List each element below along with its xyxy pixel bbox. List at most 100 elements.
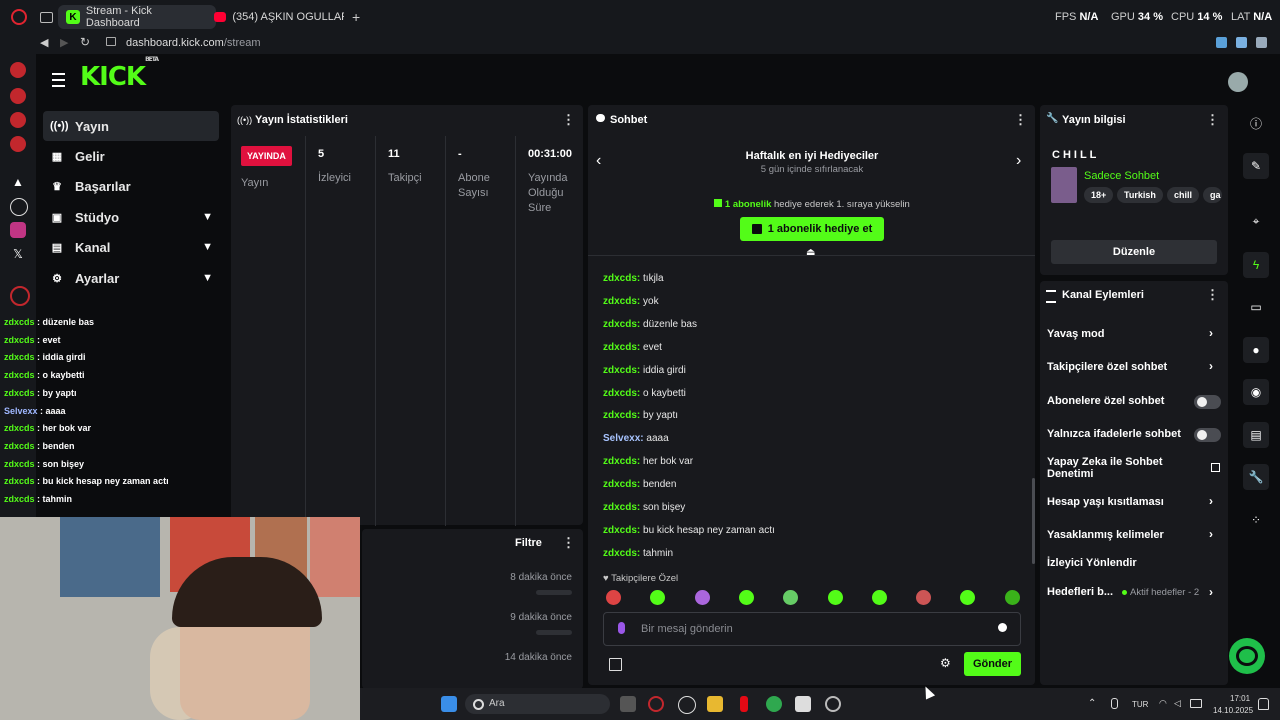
external-link-icon[interactable]	[1211, 463, 1220, 472]
nav-ayarlar[interactable]: ⚙ Ayarlar ▼	[43, 263, 219, 293]
gift-subscription-button[interactable]: 1 abonelik hediye et	[740, 217, 884, 241]
emote-icon[interactable]	[871, 590, 887, 605]
more-options-icon[interactable]: ⋮	[562, 535, 575, 551]
netflix-icon[interactable]	[740, 696, 748, 712]
windows-start-icon[interactable]	[441, 696, 457, 712]
aria-icon[interactable]	[10, 62, 26, 78]
new-tab-button[interactable]: +	[352, 9, 360, 25]
file-explorer-icon[interactable]	[707, 696, 723, 712]
gifters-next-button[interactable]: ›	[1016, 152, 1021, 170]
more-options-icon[interactable]: ⋮	[1206, 287, 1219, 303]
extension-icon[interactable]	[1256, 37, 1267, 48]
store-taskbar-icon[interactable]	[795, 696, 811, 712]
chat-username[interactable]: zdxcds	[603, 479, 637, 490]
action-slow-mode[interactable]: Yavaş mod	[1047, 328, 1104, 340]
chat-username[interactable]: zdxcds	[603, 388, 637, 399]
nav-kanal[interactable]: ▤ Kanal ▼	[43, 232, 219, 262]
emoji-icon[interactable]	[998, 623, 1007, 632]
action-account-age[interactable]: Hesap yaşı kısıtlaması	[1047, 496, 1164, 508]
lightning-icon[interactable]: ϟ	[1243, 252, 1269, 278]
send-button[interactable]: Gönder	[964, 652, 1021, 676]
edit-button[interactable]: Düzenle	[1051, 240, 1217, 264]
chevron-right-icon[interactable]: ›	[1209, 527, 1213, 541]
notification-icon[interactable]	[1258, 698, 1269, 710]
more-options-icon[interactable]: ⋮	[562, 112, 575, 128]
more-apps-icon[interactable]: ⁘	[1243, 507, 1269, 533]
language-indicator[interactable]: TUR	[1132, 700, 1148, 709]
tab-kick-dashboard[interactable]: K Stream - Kick Dashboard	[58, 5, 216, 29]
chevron-right-icon[interactable]: ›	[1209, 326, 1213, 340]
pen-icon[interactable]: ✎	[1243, 153, 1269, 179]
collapse-icon[interactable]: ⏏	[806, 247, 815, 258]
emote-icon[interactable]	[1004, 590, 1020, 605]
wrench-rail-icon[interactable]: 🔧	[1243, 464, 1269, 490]
opera-logo-icon[interactable]	[11, 9, 27, 25]
extension-icon[interactable]	[1236, 37, 1247, 48]
gx-icon[interactable]	[10, 136, 26, 152]
microphone-tray-icon[interactable]	[1111, 698, 1118, 709]
forward-icon[interactable]: ▶	[60, 36, 68, 49]
nav-gelir[interactable]: ▦ Gelir	[43, 141, 219, 171]
chatgpt-taskbar-icon[interactable]	[678, 696, 696, 714]
emote-icon[interactable]	[916, 590, 932, 605]
history-icon[interactable]	[10, 286, 30, 306]
more-options-icon[interactable]: ⋮	[1014, 112, 1027, 128]
chat-username[interactable]: zdxcds	[603, 319, 637, 330]
action-followers-only[interactable]: Takipçilere özel sohbet	[1047, 361, 1167, 373]
whatsapp-icon[interactable]	[766, 696, 782, 712]
chat-username[interactable]: zdxcds	[603, 273, 637, 284]
document-icon[interactable]: ▭	[1243, 294, 1269, 320]
chat-username[interactable]: zdxcds	[603, 548, 637, 559]
clock-date[interactable]: 14.10.2025	[1213, 706, 1253, 715]
chat-scrollbar[interactable]	[1032, 478, 1035, 564]
filter-button[interactable]: Filtre	[515, 537, 542, 549]
category-link[interactable]: Sadece Sohbet	[1084, 170, 1159, 182]
chat-username[interactable]: zdxcds	[603, 502, 637, 513]
support-button[interactable]	[1229, 638, 1265, 674]
opera-taskbar-icon[interactable]	[648, 696, 664, 712]
battery-icon[interactable]	[1190, 699, 1202, 708]
nav-basarilar[interactable]: ♛ Başarılar	[43, 171, 219, 201]
emote-icon[interactable]	[827, 590, 843, 605]
hamburger-menu-icon[interactable]	[52, 73, 65, 87]
microphone-icon[interactable]	[618, 622, 625, 634]
info-icon[interactable]: ⓘ	[1243, 110, 1269, 136]
x-twitter-icon[interactable]: 𝕏	[10, 246, 26, 262]
subscribers-only-toggle[interactable]	[1194, 395, 1221, 409]
wifi-icon[interactable]: ◠	[1159, 698, 1167, 709]
chevron-right-icon[interactable]: ›	[1209, 494, 1213, 508]
flow-icon[interactable]	[10, 88, 26, 104]
kick-logo[interactable]: KICKBETA	[80, 56, 159, 92]
chat-username[interactable]: zdxcds	[603, 525, 637, 536]
task-view-icon[interactable]	[620, 696, 636, 712]
capture-icon[interactable]: ⌖	[1243, 208, 1269, 234]
back-icon[interactable]: ◀	[40, 36, 48, 49]
tab-youtube[interactable]: (354) AŞKIN OGULLARI -	[206, 5, 352, 29]
layout-icon[interactable]: ▤	[1243, 422, 1269, 448]
chevron-right-icon[interactable]: ›	[1209, 585, 1213, 599]
chat-settings-icon[interactable]: ⚙	[940, 656, 951, 670]
user-avatar[interactable]	[1228, 72, 1248, 92]
emotes-only-toggle[interactable]	[1194, 428, 1221, 442]
instagram-icon[interactable]	[10, 222, 26, 238]
chat-username[interactable]: zdxcds	[603, 456, 637, 467]
action-goals[interactable]: Hedefleri b...	[1047, 586, 1113, 598]
emote-icon[interactable]	[738, 590, 754, 605]
chat-username[interactable]: zdxcds	[603, 365, 637, 376]
chat-username[interactable]: zdxcds	[603, 296, 637, 307]
volume-icon[interactable]: ◁	[1174, 698, 1181, 709]
emote-icon[interactable]	[606, 590, 621, 605]
chevron-up-icon[interactable]: ⌃	[1088, 698, 1096, 709]
action-redirect-viewers[interactable]: İzleyici Yönlendir	[1047, 557, 1137, 569]
chat-input[interactable]: Bir mesaj gönderin	[603, 612, 1021, 646]
emote-icon[interactable]	[694, 590, 710, 605]
games-icon[interactable]	[10, 112, 26, 128]
chat-username[interactable]: zdxcds	[603, 342, 637, 353]
gifters-prev-button[interactable]: ‹	[596, 152, 601, 170]
clock-time[interactable]: 17:01	[1230, 694, 1250, 703]
chatgpt-icon[interactable]	[10, 198, 28, 216]
chat-username[interactable]: Selvexx	[603, 433, 640, 444]
reload-icon[interactable]: ↻	[80, 35, 90, 49]
broadcast-rail-icon[interactable]: ◉	[1243, 379, 1269, 405]
url-field[interactable]: dashboard.kick.com/stream	[126, 37, 261, 49]
